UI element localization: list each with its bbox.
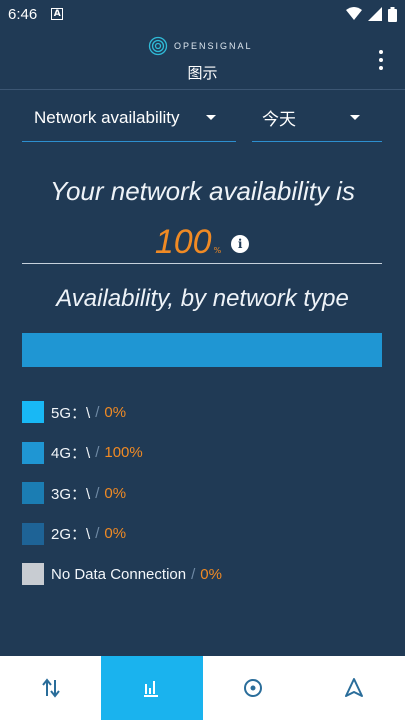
time-period-value: 今天 — [262, 110, 296, 129]
cell-signal-icon — [368, 7, 382, 21]
more-options-button[interactable] — [369, 46, 393, 74]
legend-separator: / — [95, 525, 100, 542]
availability-unit: % — [213, 246, 222, 255]
nav-explore[interactable] — [304, 656, 405, 720]
availability-value: 100 — [154, 223, 212, 261]
availability-value-row: 100 % i — [22, 220, 382, 264]
nav-map[interactable] — [203, 656, 304, 720]
dropdown-caret-icon — [350, 115, 360, 120]
header-divider — [0, 89, 405, 90]
nav-charts[interactable] — [101, 656, 203, 720]
status-time: 6:46 — [8, 5, 38, 23]
legend-item: 2G：\/0% — [22, 522, 126, 546]
legend-swatch — [22, 522, 44, 545]
transfer-arrows-icon — [41, 678, 60, 698]
legend-separator: / — [95, 403, 100, 421]
legend-value: 0% — [104, 525, 127, 542]
app-header: OPENSIGNAL 图示 — [0, 28, 405, 90]
legend-item: No Data Connection/0% — [22, 562, 222, 586]
stacked-bar-segment — [22, 333, 382, 367]
legend-value: 100% — [104, 444, 143, 461]
legend-label: 4G：\ — [51, 445, 91, 462]
battery-icon — [388, 6, 397, 22]
legend-item: 3G：\/0% — [22, 481, 126, 505]
nav-speed-test[interactable] — [0, 656, 101, 720]
legend-item: 4G：\/100% — [22, 441, 143, 465]
legend-swatch — [22, 563, 44, 585]
legend-swatch — [22, 441, 44, 464]
legend-item: 5G：\/0% — [22, 400, 126, 424]
page-title: 图示 — [187, 64, 218, 82]
legend-label: 2G：\ — [51, 526, 91, 543]
availability-headline: Your network availability is — [50, 176, 355, 206]
opensignal-logo-icon — [148, 36, 168, 56]
location-pin-icon — [244, 679, 263, 697]
navigation-arrow-icon — [345, 678, 364, 697]
breakdown-title: Availability, by network type — [56, 285, 349, 312]
bottom-navigation — [0, 656, 405, 720]
availability-stacked-bar — [22, 333, 382, 367]
notification-badge-icon: A — [51, 8, 64, 20]
legend-value: 0% — [104, 484, 127, 502]
opensignal-logo: OPENSIGNAL — [148, 36, 253, 56]
info-icon[interactable]: i — [231, 235, 250, 253]
legend-label: No Data Connection — [51, 565, 187, 583]
legend-swatch — [22, 401, 44, 423]
status-bar: 6:46 A — [0, 0, 405, 28]
logo-text: OPENSIGNAL — [174, 41, 253, 51]
legend-swatch — [22, 482, 44, 504]
legend-value: 0% — [104, 403, 127, 421]
bar-chart-icon — [143, 681, 158, 697]
status-icons — [346, 6, 397, 22]
legend-label: 5G：\ — [51, 404, 91, 422]
legend-separator: / — [191, 565, 196, 583]
dropdown-caret-icon — [206, 115, 216, 120]
wifi-icon — [346, 7, 362, 20]
network-metric-value: Network availability — [34, 107, 180, 127]
legend-separator: / — [95, 444, 100, 461]
time-period-dropdown[interactable]: 今天 — [252, 94, 382, 142]
legend-label: 3G：\ — [51, 485, 91, 503]
legend-value: 0% — [200, 565, 222, 583]
more-vert-icon — [379, 50, 383, 54]
network-metric-dropdown[interactable]: Network availability — [22, 94, 236, 142]
legend-separator: / — [95, 484, 100, 502]
